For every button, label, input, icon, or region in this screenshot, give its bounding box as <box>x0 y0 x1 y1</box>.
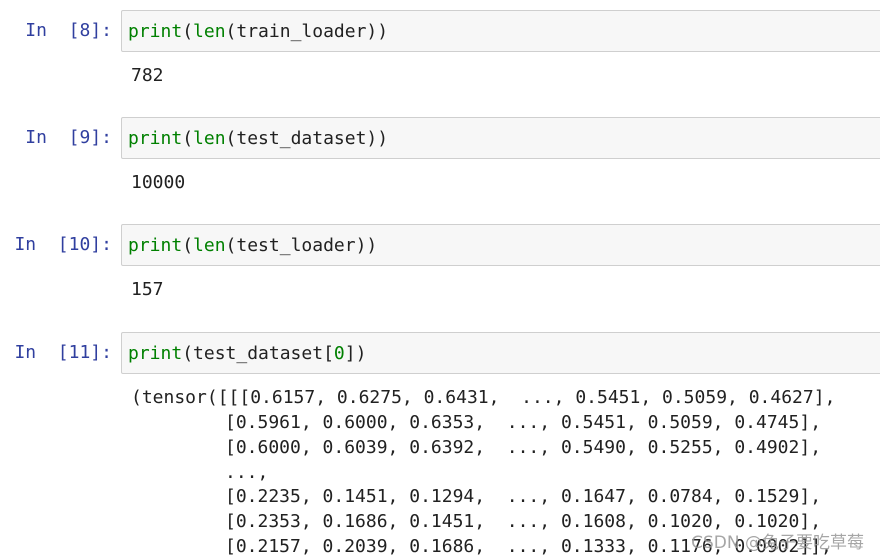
code-args: (test_dataset)) <box>225 128 389 149</box>
code-builtin-print: print <box>128 343 183 364</box>
code-input[interactable]: print(test_dataset[0]) <box>121 332 880 374</box>
code-builtin-print: print <box>128 128 183 149</box>
code-builtin-len: len <box>193 235 226 256</box>
code-builtin-print: print <box>128 235 183 256</box>
tensor-output-line: ..., <box>225 462 269 483</box>
code-index-number: 0 <box>333 343 345 364</box>
tensor-output-line: [0.5961, 0.6000, 0.6353, ..., 0.5451, 0.… <box>225 412 822 433</box>
code-args-open: (test_dataset[ <box>182 343 334 364</box>
cell-output: 782 <box>131 65 164 86</box>
tensor-output-line: [0.2235, 0.1451, 0.1294, ..., 0.1647, 0.… <box>225 486 822 507</box>
cell-prompt: In [11]: <box>14 342 112 363</box>
cell-prompt: In [8]: <box>25 20 112 41</box>
tensor-output-line: (tensor([[[0.6157, 0.6275, 0.6431, ..., … <box>131 387 836 408</box>
cell-output: 10000 <box>131 172 186 193</box>
code-input[interactable]: print(len(test_loader)) <box>121 224 880 266</box>
code-builtin-len: len <box>193 128 226 149</box>
code-builtin-len: len <box>193 21 226 42</box>
cell-prompt: In [10]: <box>14 234 112 255</box>
cell-output: 157 <box>131 279 164 300</box>
code-args: (train_loader)) <box>225 21 389 42</box>
code-args-close: ]) <box>344 343 367 364</box>
cell-prompt: In [9]: <box>25 127 112 148</box>
code-input[interactable]: print(len(train_loader)) <box>121 10 880 52</box>
code-args: (test_loader)) <box>225 235 378 256</box>
tensor-output-line: [0.6000, 0.6039, 0.6392, ..., 0.5490, 0.… <box>225 437 822 458</box>
watermark: CSDN @兔子要吃草莓 <box>691 533 864 553</box>
code-input[interactable]: print(len(test_dataset)) <box>121 117 880 159</box>
code-builtin-print: print <box>128 21 183 42</box>
